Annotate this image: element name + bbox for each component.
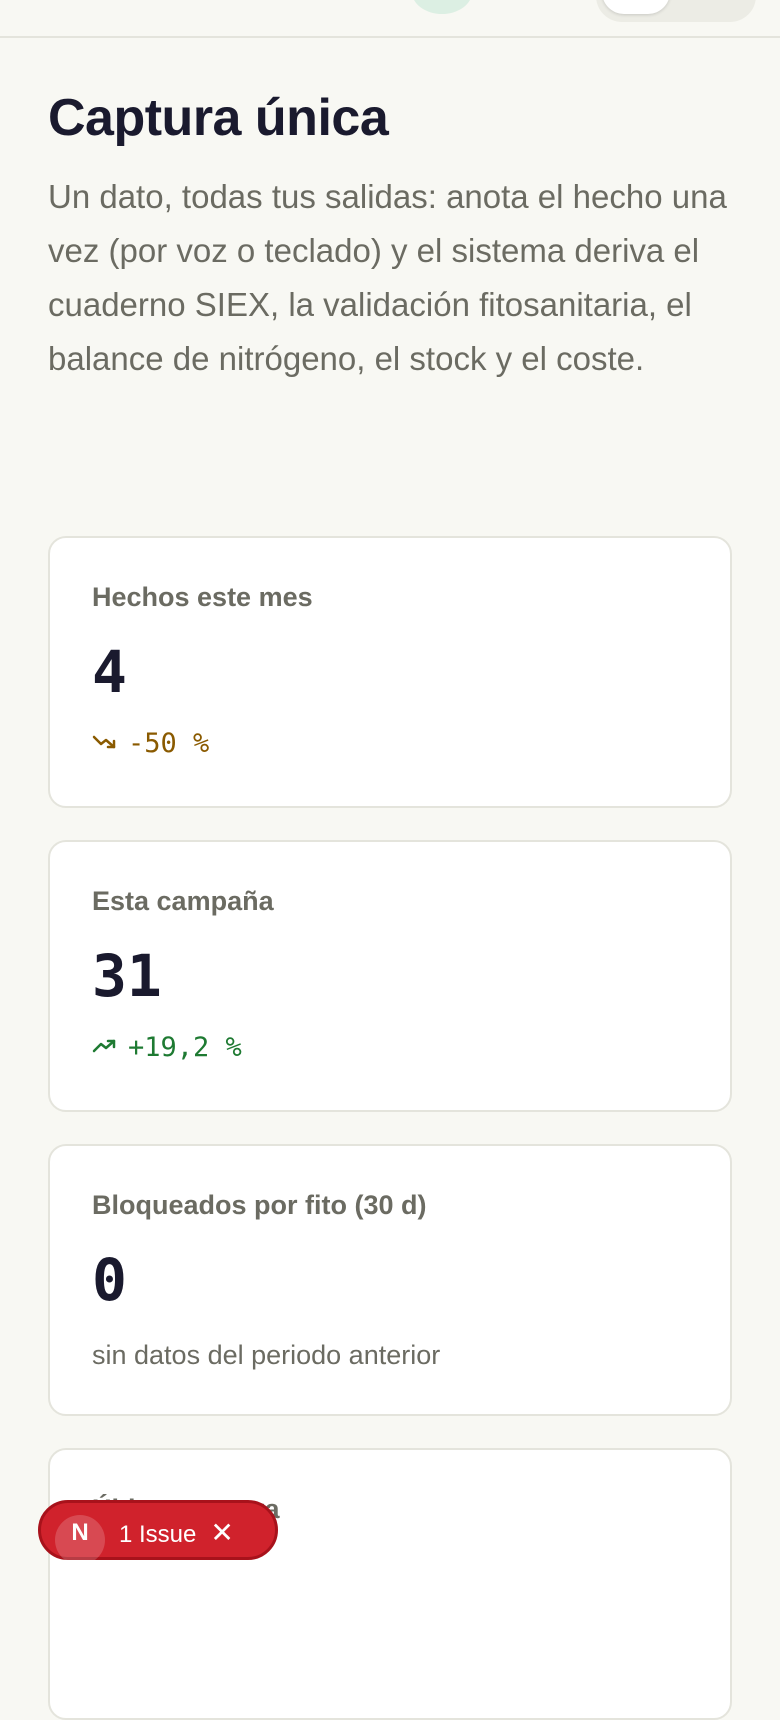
trend-down-icon [92,728,120,759]
avatar[interactable] [412,0,472,14]
close-icon[interactable]: ✕ [210,1519,233,1547]
stat-value: 4 [92,638,127,706]
stat-card-hechos-mes: Hechos este mes 4 -50 % [48,536,732,808]
stat-card-ultima-captura: Última captura [48,1448,732,1720]
top-bar [0,0,780,38]
stat-card-bloqueados: Bloqueados por fito (30 d) 0 sin datos d… [48,1144,732,1416]
stat-note: sin datos del periodo anterior [92,1340,441,1370]
stat-trend: -50 % [92,728,209,759]
stat-trend: +19,2 % [92,1032,242,1063]
stat-label: Hechos este mes [92,582,313,612]
stat-card-campana: Esta campaña 31 +19,2 % [48,840,732,1112]
stat-value: 31 [92,942,162,1010]
dev-issues-badge[interactable]: N 1 Issue ✕ [38,1500,278,1565]
stat-trend-value: +19,2 % [128,1032,242,1063]
stat-label: Esta campaña [92,886,274,916]
trend-up-icon [92,1032,120,1063]
issues-count[interactable]: 1 Issue [119,1521,196,1549]
page-title: Captura única [48,89,389,147]
dev-tools-logo-icon[interactable]: N [55,1515,105,1565]
stat-trend-value: -50 % [128,728,210,759]
page-description: Un dato, todas tus salidas: anota el hec… [48,178,727,377]
stat-label: Bloqueados por fito (30 d) [92,1190,427,1220]
stat-value: 0 [92,1246,127,1314]
